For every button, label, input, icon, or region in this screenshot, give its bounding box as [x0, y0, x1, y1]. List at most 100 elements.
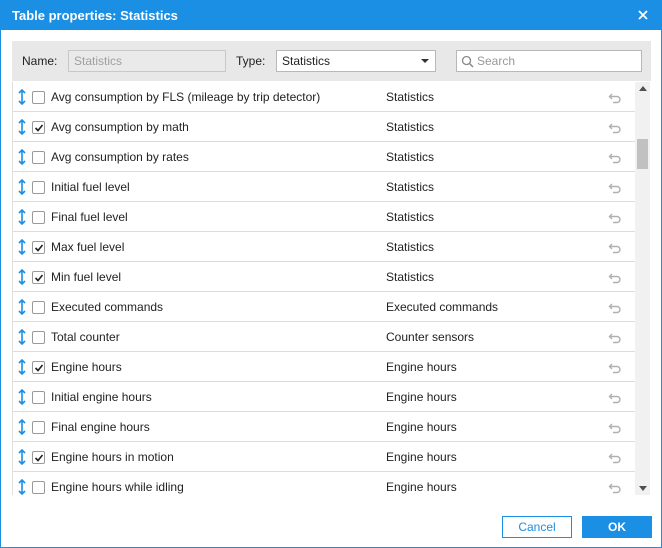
list-row[interactable]: Executed commands Executed commands: [13, 292, 635, 322]
row-name: Executed commands: [51, 300, 164, 314]
list-row[interactable]: Avg consumption by FLS (mileage by trip …: [13, 82, 635, 112]
drag-handle-icon[interactable]: [17, 208, 27, 226]
row-checkbox[interactable]: [32, 181, 45, 194]
reset-icon[interactable]: [608, 272, 622, 284]
row-type: Engine hours: [386, 450, 457, 464]
row-checkbox[interactable]: [32, 451, 45, 464]
search-box[interactable]: [456, 50, 642, 72]
row-checkbox[interactable]: [32, 151, 45, 164]
name-label: Name:: [22, 54, 58, 68]
row-type: Statistics: [386, 210, 435, 224]
search-icon: [461, 55, 474, 68]
drag-handle-icon[interactable]: [17, 238, 27, 256]
row-checkbox[interactable]: [32, 211, 45, 224]
row-name: Initial fuel level: [51, 180, 130, 194]
drag-handle-icon[interactable]: [17, 268, 27, 286]
row-name: Engine hours: [51, 360, 122, 374]
cancel-button[interactable]: Cancel: [502, 516, 572, 538]
scroll-thumb[interactable]: [637, 139, 648, 169]
list-row[interactable]: Initial fuel level Statistics: [13, 172, 635, 202]
drag-handle-icon[interactable]: [17, 298, 27, 316]
list-scrollbar[interactable]: [635, 82, 650, 495]
row-type: Engine hours: [386, 420, 457, 434]
row-type: Counter sensors: [386, 330, 475, 344]
drag-handle-icon[interactable]: [17, 448, 27, 466]
drag-handle-icon[interactable]: [17, 358, 27, 376]
row-name: Avg consumption by FLS (mileage by trip …: [51, 90, 321, 104]
drag-handle-icon[interactable]: [17, 178, 27, 196]
reset-icon[interactable]: [608, 122, 622, 134]
reset-icon[interactable]: [608, 182, 622, 194]
reset-icon[interactable]: [608, 452, 622, 464]
drag-handle-icon[interactable]: [17, 148, 27, 166]
reset-icon[interactable]: [608, 242, 622, 254]
reset-icon[interactable]: [608, 152, 622, 164]
drag-handle-icon[interactable]: [17, 418, 27, 436]
list-row[interactable]: Initial engine hours Engine hours: [13, 382, 635, 412]
type-select-value: Statistics: [282, 54, 331, 68]
chevron-down-icon: [421, 59, 429, 63]
name-field[interactable]: [68, 50, 226, 72]
reset-icon[interactable]: [608, 422, 622, 434]
type-select[interactable]: Statistics: [276, 50, 436, 72]
row-type: Statistics: [386, 150, 435, 164]
list-row[interactable]: Engine hours Engine hours: [13, 352, 635, 382]
row-type: Statistics: [386, 180, 435, 194]
row-name: Final engine hours: [51, 420, 150, 434]
row-name: Final fuel level: [51, 210, 128, 224]
reset-icon[interactable]: [608, 332, 622, 344]
row-type: Engine hours: [386, 360, 457, 374]
row-checkbox[interactable]: [32, 421, 45, 434]
row-checkbox[interactable]: [32, 391, 45, 404]
reset-icon[interactable]: [608, 92, 622, 104]
list-row[interactable]: Engine hours in motion Engine hours: [13, 442, 635, 472]
row-checkbox[interactable]: [32, 121, 45, 134]
row-type: Executed commands: [386, 300, 499, 314]
reset-icon[interactable]: [608, 482, 622, 494]
row-name: Avg consumption by math: [51, 120, 189, 134]
row-checkbox[interactable]: [32, 361, 45, 374]
columns-list: Avg consumption by FLS (mileage by trip …: [12, 82, 635, 495]
scroll-up-arrow[interactable]: [639, 86, 647, 91]
table-properties-dialog: Table properties: Statistics Name: Type:…: [0, 0, 662, 548]
close-icon[interactable]: [637, 9, 649, 21]
type-label: Type:: [236, 54, 266, 68]
reset-icon[interactable]: [608, 212, 622, 224]
ok-button[interactable]: OK: [582, 516, 652, 538]
row-checkbox[interactable]: [32, 301, 45, 314]
row-name: Avg consumption by rates: [51, 150, 189, 164]
dialog-title: Table properties: Statistics: [12, 8, 178, 23]
reset-icon[interactable]: [608, 302, 622, 314]
row-checkbox[interactable]: [32, 331, 45, 344]
row-name: Min fuel level: [51, 270, 122, 284]
row-checkbox[interactable]: [32, 271, 45, 284]
scroll-down-arrow[interactable]: [639, 486, 647, 491]
drag-handle-icon[interactable]: [17, 388, 27, 406]
row-name: Total counter: [51, 330, 120, 344]
row-checkbox[interactable]: [32, 91, 45, 104]
list-row[interactable]: Min fuel level Statistics: [13, 262, 635, 292]
list-row[interactable]: Total counter Counter sensors: [13, 322, 635, 352]
list-row[interactable]: Final fuel level Statistics: [13, 202, 635, 232]
list-row[interactable]: Max fuel level Statistics: [13, 232, 635, 262]
row-type: Statistics: [386, 270, 435, 284]
drag-handle-icon[interactable]: [17, 88, 27, 106]
row-type: Statistics: [386, 240, 435, 254]
row-checkbox[interactable]: [32, 481, 45, 494]
row-type: Engine hours: [386, 390, 457, 404]
drag-handle-icon[interactable]: [17, 118, 27, 136]
row-name: Initial engine hours: [51, 390, 152, 404]
list-row[interactable]: Avg consumption by math Statistics: [13, 112, 635, 142]
list-row[interactable]: Avg consumption by rates Statistics: [13, 142, 635, 172]
reset-icon[interactable]: [608, 362, 622, 374]
dialog-titlebar: Table properties: Statistics: [1, 1, 661, 30]
search-input[interactable]: [477, 53, 637, 69]
drag-handle-icon[interactable]: [17, 478, 27, 495]
row-type: Engine hours: [386, 480, 457, 494]
row-type: Statistics: [386, 90, 435, 104]
row-checkbox[interactable]: [32, 241, 45, 254]
list-row[interactable]: Engine hours while idling Engine hours: [13, 472, 635, 495]
reset-icon[interactable]: [608, 392, 622, 404]
drag-handle-icon[interactable]: [17, 328, 27, 346]
list-row[interactable]: Final engine hours Engine hours: [13, 412, 635, 442]
